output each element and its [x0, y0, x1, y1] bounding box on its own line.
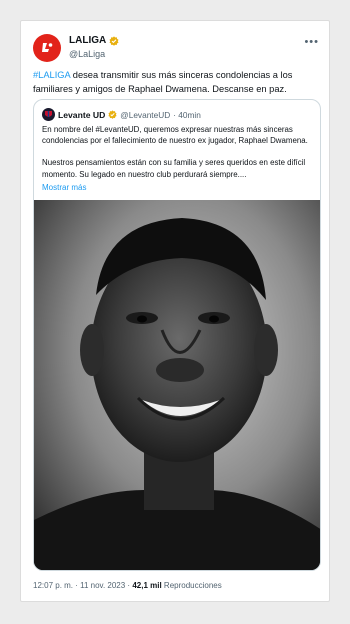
quoted-account-handle[interactable]: @LevanteUD — [120, 110, 170, 120]
levante-avatar[interactable] — [42, 108, 55, 121]
quoted-paragraph-1: En nombre del #LevanteUD, queremos expre… — [42, 125, 308, 146]
tweet-body: desea transmitir sus más sinceras condol… — [33, 70, 293, 94]
laliga-logo-mark — [42, 43, 53, 52]
verified-badge-icon — [109, 35, 119, 46]
hashtag-link[interactable]: #LALIGA — [33, 70, 70, 80]
tweet-card: LALIGA @LaLiga ••• #LALIGA desea transmi… — [20, 20, 330, 602]
account-name-row: LALIGA — [69, 35, 119, 46]
quoted-tweet[interactable]: Levante UD @LevanteUD · 40min En nombre … — [33, 99, 321, 571]
show-more-link[interactable]: Mostrar más — [42, 183, 86, 192]
player-photo[interactable] — [34, 200, 320, 570]
tweet-footer: 12:07 p. m. · 11 nov. 2023 · 42,1 mil Re… — [33, 581, 222, 590]
quoted-paragraph-2: Nuestros pensamientos están con su famil… — [42, 158, 306, 179]
laliga-logo[interactable] — [33, 34, 61, 62]
account-name[interactable]: LALIGA — [69, 35, 106, 46]
quoted-tweet-time[interactable]: · 40min — [173, 110, 201, 120]
more-options-icon[interactable]: ••• — [304, 36, 319, 48]
tweet-text: #LALIGA desea transmitir sus más sincera… — [33, 69, 321, 96]
quoted-tweet-body: En nombre del #LevanteUD, queremos expre… — [42, 124, 314, 191]
views-label: Reproducciones — [161, 581, 222, 590]
levante-crest-icon — [45, 111, 52, 117]
tweet-timestamp[interactable]: 12:07 p. m. · 11 nov. 2023 · — [33, 581, 132, 590]
quoted-tweet-header: Levante UD @LevanteUD · 40min — [42, 108, 201, 121]
account-handle[interactable]: @LaLiga — [69, 49, 105, 59]
tweet-header: LALIGA @LaLiga ••• — [33, 34, 319, 64]
player-portrait-image — [34, 200, 320, 570]
view-count: 42,1 mil — [132, 581, 162, 590]
quoted-account-name[interactable]: Levante UD — [58, 110, 105, 120]
verified-badge-icon — [108, 110, 117, 119]
